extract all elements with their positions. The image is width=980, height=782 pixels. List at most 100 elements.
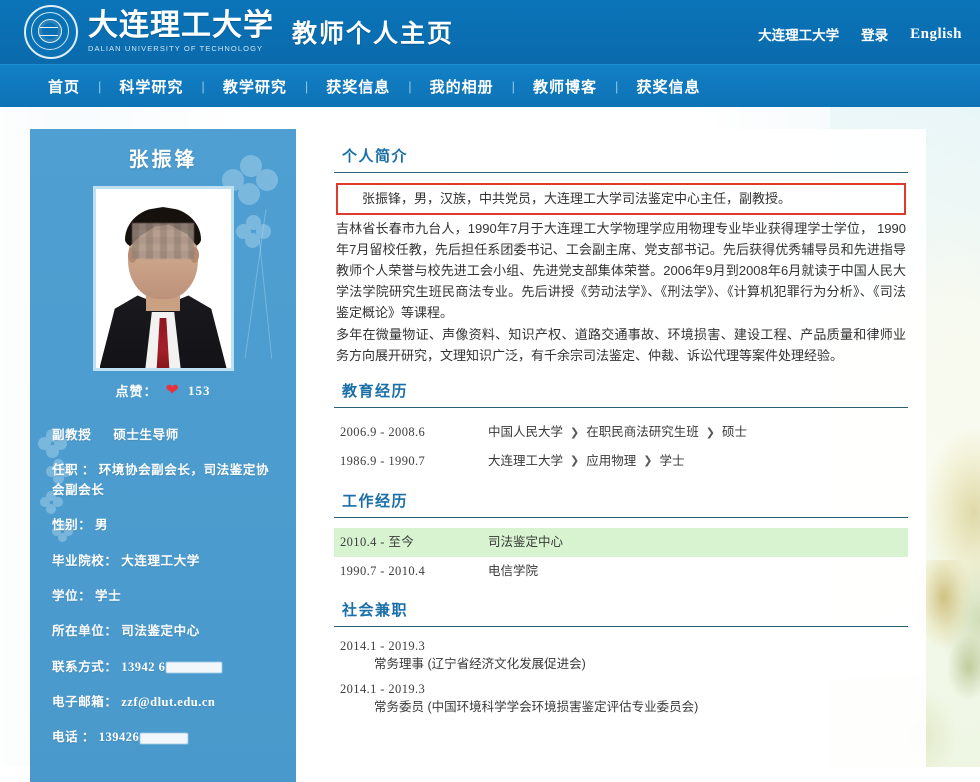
social-desc: 常务理事 (辽宁省经济文化发展促进会) <box>374 657 586 672</box>
logo-inner-bars <box>40 27 58 36</box>
profile-title-supervisor: 硕士生导师 <box>113 428 179 442</box>
profile-field-alma-mater: 毕业院校： 大连理工大学 <box>52 552 274 571</box>
brand-subtitle: 教师个人主页 <box>292 21 455 48</box>
profile-titles: 副教授 硕士生导师 <box>52 426 274 445</box>
bio-highlight: 张振锋，男，汉族，中共党员，大连理工大学司法鉴定中心主任，副教授。 <box>336 183 906 216</box>
clover-stem-right <box>244 209 267 359</box>
section-education: 教育经历 2006.9 - 2008.6 中国人民大学 ❯ 在职民商法研究生班 … <box>334 380 908 476</box>
section-divider <box>334 516 908 518</box>
education-row: 2006.9 - 2008.6 中国人民大学 ❯ 在职民商法研究生班 ❯ 硕士 <box>334 418 908 447</box>
profile-fields: 副教授 硕士生导师 任职 ： 环境协会副会长，司法鉴定协会副会长 性别： 男 毕… <box>30 426 296 782</box>
social-item: 2014.1 - 2019.3 常务委员 (中国环境科学学会环境损害鉴定评估专业… <box>334 680 908 722</box>
brand-title-cn: 大连理工大学 <box>88 9 274 42</box>
field-label: 所在单位： <box>52 624 118 639</box>
work-row: 2010.4 - 至今 司法鉴定中心 <box>334 527 908 557</box>
main-content: 个人简介 张振锋，男，汉族，中共党员，大连理工大学司法鉴定中心主任，副教授。 吉… <box>320 129 926 775</box>
nav-item-awards-2[interactable]: 获奖信息 <box>618 76 718 97</box>
field-value: 司法鉴定中心 <box>121 624 200 639</box>
section-title-education: 教育经历 <box>342 384 409 401</box>
portrait-image <box>95 189 231 368</box>
education-row: 1986.9 - 1990.7 大连理工大学 ❯ 应用物理 ❯ 学士 <box>334 447 908 476</box>
chevron-right-icon: ❯ <box>705 426 715 439</box>
chevron-right-icon: ❯ <box>643 455 653 468</box>
chevron-right-icon: ❯ <box>570 455 580 468</box>
section-divider <box>334 626 908 628</box>
section-title-social: 社会兼职 <box>342 603 409 620</box>
education-program: 在职民商法研究生班 <box>586 425 699 440</box>
header-link-login[interactable]: 登录 <box>861 24 888 44</box>
redaction-bar <box>140 733 189 744</box>
section-bio: 个人简介 张振锋，男，汉族，中共党员，大连理工大学司法鉴定中心主任，副教授。 吉… <box>334 145 908 366</box>
work-date: 1990.7 - 2010.4 <box>340 563 426 578</box>
social-date: 2014.1 - 2019.3 <box>340 681 426 696</box>
redaction-bar <box>166 662 223 674</box>
work-row: 1990.7 - 2010.4 电信学院 <box>334 557 908 586</box>
education-degree: 学士 <box>659 454 685 469</box>
main-navigation: 首页 | 科学研究 | 教学研究 | 获奖信息 | 我的相册 | 教师博客 | … <box>0 64 980 107</box>
nav-item-home[interactable]: 首页 <box>30 76 98 97</box>
header-link-english[interactable]: English <box>910 26 962 43</box>
section-divider <box>334 407 908 409</box>
education-date: 2006.9 - 2008.6 <box>340 425 426 440</box>
nav-item-awards[interactable]: 获奖信息 <box>308 76 408 97</box>
education-detail: 中国人民大学 ❯ 在职民商法研究生班 ❯ 硕士 <box>488 423 747 442</box>
field-value: 男 <box>95 518 109 533</box>
clover-stem-right-2 <box>258 239 273 359</box>
header-link-university[interactable]: 大连理工大学 <box>758 24 839 44</box>
profile-title-rank: 副教授 <box>52 428 92 442</box>
field-value: 学士 <box>95 588 122 603</box>
education-program: 应用物理 <box>586 454 637 469</box>
field-label: 电子邮箱： <box>52 695 118 709</box>
field-label: 性别： <box>52 518 92 533</box>
profile-field-contact: 联系方式： 13942 6 <box>52 658 274 677</box>
profile-field-gender: 性别： 男 <box>52 516 274 535</box>
social-desc: 常务委员 (中国环境科学学会环境损害鉴定评估专业委员会) <box>374 699 699 714</box>
field-label: 电话 ： <box>52 730 96 745</box>
field-label: 任职 ： <box>52 463 96 478</box>
site-header: 大连理工大学 DALIAN UNIVERSITY OF TECHNOLOGY 教… <box>0 0 980 64</box>
profile-field-appointment: 任职 ： 环境协会副会长，司法鉴定协会副会长 <box>52 461 274 500</box>
work-detail: 电信学院 <box>488 562 538 581</box>
dut-seal-logo-icon <box>24 5 78 59</box>
bio-paragraph-1: 吉林省长春市九台人，1990年7月于大连理工大学物理学应用物理专业毕业获得理学士… <box>336 221 906 321</box>
profile-field-phone: 电话 ： 139426 <box>52 728 274 747</box>
education-date: 1986.9 - 1990.7 <box>340 454 426 469</box>
heart-icon[interactable]: ❤ <box>166 382 180 399</box>
chevron-right-icon: ❯ <box>570 426 580 439</box>
field-value: 139426 <box>98 730 140 745</box>
field-value[interactable]: zzf@dlut.edu.cn <box>121 695 215 709</box>
field-value: 13942 6 <box>121 659 166 674</box>
like-counter[interactable]: 点赞： ❤ 153 <box>30 381 296 400</box>
brand[interactable]: 大连理工大学 DALIAN UNIVERSITY OF TECHNOLOGY 教… <box>24 5 454 59</box>
nav-item-research[interactable]: 科学研究 <box>101 76 201 97</box>
nav-item-teaching[interactable]: 教学研究 <box>205 76 305 97</box>
education-degree: 硕士 <box>721 425 747 440</box>
social-date: 2014.1 - 2019.3 <box>340 639 426 654</box>
field-label: 毕业院校： <box>52 553 118 568</box>
nav-item-album[interactable]: 我的相册 <box>412 76 512 97</box>
work-date: 2010.4 - 至今 <box>340 534 415 549</box>
field-label: 学位： <box>52 588 92 603</box>
profile-photo <box>92 186 234 371</box>
portrait-face-blur <box>132 223 194 259</box>
work-unit: 司法鉴定中心 <box>488 534 564 549</box>
like-count: 153 <box>187 382 211 398</box>
social-item: 2014.1 - 2019.3 常务理事 (辽宁省经济文化发展促进会) <box>334 637 908 679</box>
content-wrapper: 张振锋 点赞： ❤ 153 副教授 硕士生导师 任职 ： 环境协会副会长，司法鉴… <box>0 107 980 782</box>
field-label: 联系方式： <box>52 659 118 674</box>
like-label: 点赞： <box>115 384 158 399</box>
clover-decoration-top-small <box>236 215 272 251</box>
section-work: 工作经历 2010.4 - 至今 司法鉴定中心 1990.7 - 2010.4 … <box>334 490 908 586</box>
header-links: 大连理工大学 登录 English <box>758 20 980 44</box>
work-unit: 电信学院 <box>488 563 539 578</box>
education-school: 大连理工大学 <box>488 454 564 469</box>
section-title-work: 工作经历 <box>342 493 409 510</box>
section-social: 社会兼职 2014.1 - 2019.3 常务理事 (辽宁省经济文化发展促进会)… <box>334 599 908 722</box>
bio-text: 张振锋，男，汉族，中共党员，大连理工大学司法鉴定中心主任，副教授。 吉林省长春市… <box>334 183 908 366</box>
profile-sidebar: 张振锋 点赞： ❤ 153 副教授 硕士生导师 任职 ： 环境协会副会长，司法鉴… <box>30 129 296 782</box>
brand-title-en: DALIAN UNIVERSITY OF TECHNOLOGY <box>88 44 264 53</box>
profile-field-degree: 学位： 学士 <box>52 587 274 606</box>
profile-name: 张振锋 <box>128 149 198 171</box>
field-value: 大连理工大学 <box>121 553 200 568</box>
nav-item-blog[interactable]: 教师博客 <box>515 76 615 97</box>
